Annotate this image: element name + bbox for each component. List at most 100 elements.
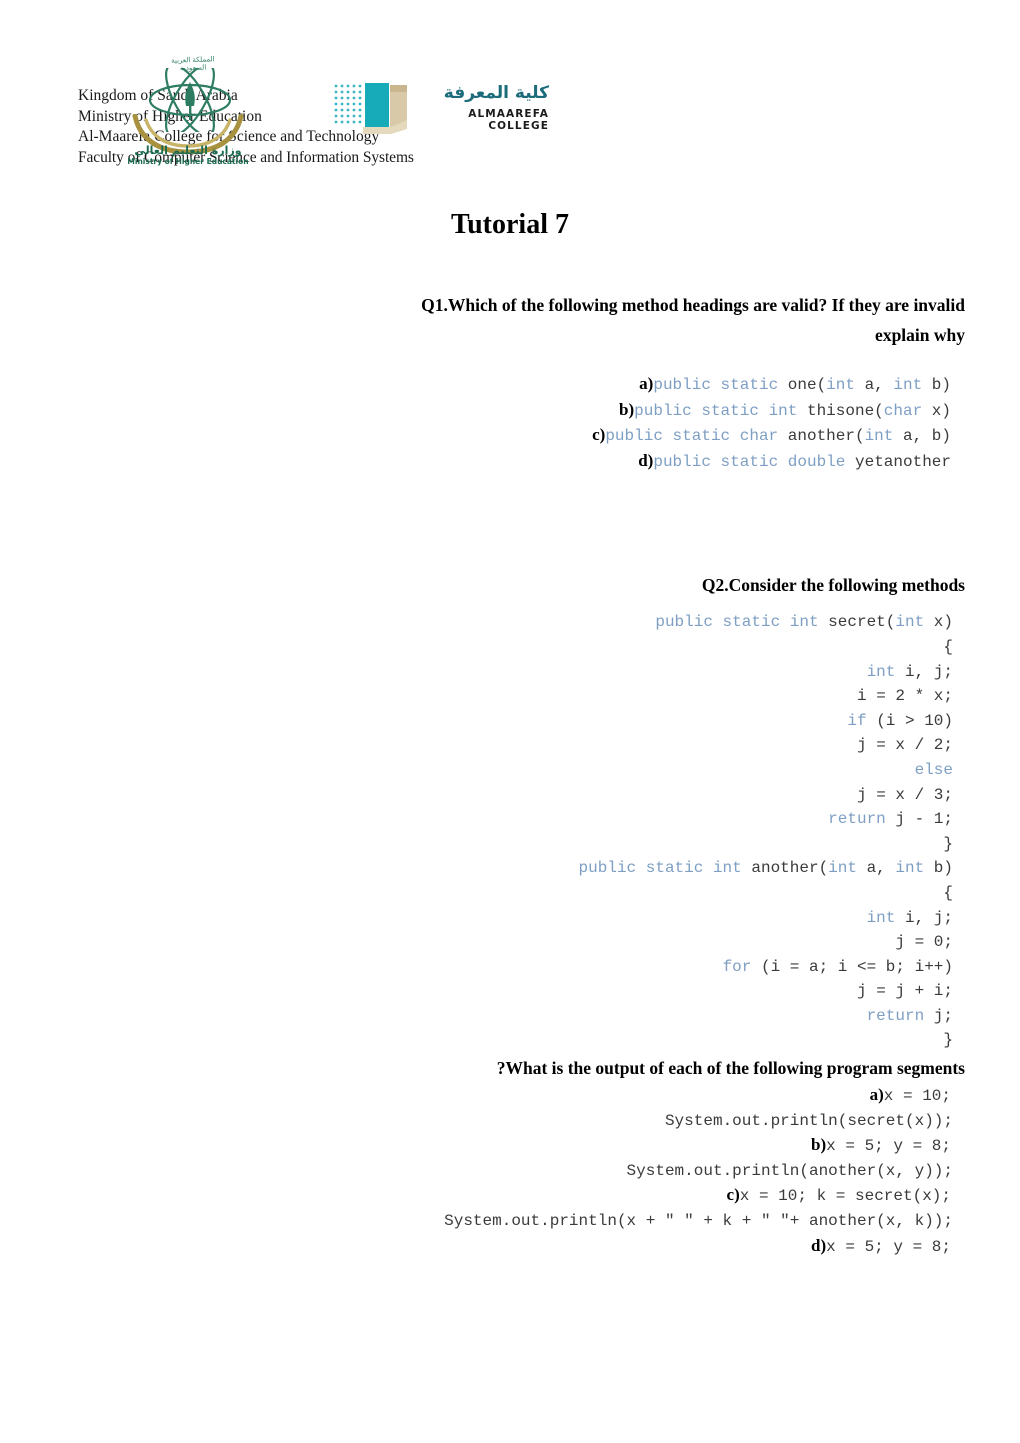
code-token: one(	[787, 376, 827, 394]
code-token: another(	[787, 427, 865, 446]
q2-method-secret: public static int secret(int x) { int i, j…	[60, 610, 965, 856]
q2-method-another: public static int another(int a, int b) {…	[60, 856, 965, 1053]
q1-heading: Q1.Which of the following method heading…	[60, 290, 965, 320]
code-line: j = x / 2;	[60, 733, 965, 758]
code-token: public static int	[578, 859, 752, 878]
code-token: return	[828, 810, 896, 829]
code-line: if (i > 10)	[60, 709, 965, 734]
code-token: x = 10;	[883, 1087, 951, 1106]
code-line: int i, j;	[60, 660, 965, 685]
code-text: System.out.println(x + " " + k + " "+ an…	[444, 1212, 953, 1230]
open-book-icon	[334, 83, 407, 134]
code-token: secret(	[828, 613, 896, 632]
almaarefa-logo-arabic-text: كلية المعرفة	[443, 83, 549, 103]
code-text: j = 0;	[895, 933, 953, 951]
almaarefa-college-logo: كلية المعرفة ALMAAREFA COLLEGE	[333, 80, 548, 140]
ksa-logo-arabic-text: وزارة التعليم العالي	[134, 144, 242, 157]
code-line: d)public static double yetanother	[60, 449, 965, 475]
code-token: b)	[931, 376, 951, 394]
almaarefa-logo-english-text: ALMAAREFA COLLEGE	[468, 108, 549, 132]
code-text: int i, j;	[867, 663, 953, 681]
code-line: for (i = a; i <= b; i++)	[60, 955, 965, 980]
code-token: int	[895, 613, 934, 632]
code-text: j = x / 2;	[857, 736, 953, 754]
page-title: Tutorial 7	[451, 209, 569, 240]
code-line: else	[60, 758, 965, 783]
code-line: System.out.println(x + " " + k + " "+ an…	[60, 1209, 965, 1234]
code-token: public static int	[655, 613, 829, 632]
code-token: }	[943, 834, 953, 853]
code-line: a)x = 10;	[60, 1083, 965, 1109]
code-token: x = 5; y = 8;	[826, 1137, 951, 1156]
code-line: c)x = 10; k = secret(x);	[60, 1183, 965, 1209]
code-token: i, j;	[904, 662, 953, 681]
code-line: public static int another(int a, int b)	[60, 856, 965, 881]
code-token: if	[847, 711, 877, 730]
code-line: {	[60, 635, 965, 660]
code-token: else	[914, 760, 953, 779]
code-token: public static int	[634, 401, 807, 420]
code-token: j - 1;	[895, 810, 953, 829]
code-token: int	[828, 859, 867, 878]
code-text: public static char another(int a, b)	[605, 427, 951, 445]
q1-heading-line1: Q1.Which of the following method heading…	[421, 295, 965, 315]
code-token: j = x / 3;	[856, 785, 953, 804]
code-text: x = 5; y = 8;	[826, 1137, 951, 1155]
code-line: a)public static one(int a, int b)	[60, 372, 965, 398]
code-text: public static int another(int a, int b)	[579, 859, 953, 877]
code-item-marker: d)	[811, 1235, 827, 1255]
code-line: j = 0;	[60, 930, 965, 955]
code-token: int	[895, 859, 934, 878]
code-text: int i, j;	[867, 909, 953, 927]
q2-program-segments: a)x = 10; System.out.println(secret(x)); b…	[60, 1083, 965, 1259]
code-text: j = x / 3;	[857, 786, 953, 804]
code-text: public static one(int a, int b)	[653, 376, 951, 394]
code-token: public static	[653, 376, 788, 394]
code-token: int	[864, 427, 903, 446]
code-text: x = 10; k = secret(x);	[740, 1187, 951, 1205]
ksa-logo-english-text: Ministry of Higher Education	[127, 157, 249, 166]
code-token: j = j + i;	[856, 982, 953, 1001]
code-token: j = x / 2;	[856, 736, 953, 755]
code-text: if (i > 10)	[847, 712, 953, 730]
code-line: int i, j;	[60, 906, 965, 931]
code-token: (i = a; i <= b; i++)	[760, 957, 953, 976]
code-token: b)	[933, 859, 953, 878]
q2-output-heading-wrap: What is the output of each of the follow…	[60, 1053, 965, 1083]
q2-heading-wrap: Q2.Consider the following methods	[60, 570, 965, 600]
q2-heading: Q2.Consider the following methods	[701, 575, 965, 596]
code-text: public static int secret(int x)	[655, 613, 953, 631]
code-line: System.out.println(another(x, y));	[60, 1159, 965, 1184]
code-line: }	[60, 1028, 965, 1053]
code-text: {	[943, 884, 953, 902]
code-text: x = 5; y = 8;	[826, 1238, 951, 1256]
code-text: }	[943, 835, 953, 853]
code-text: public static int thisone(char x)	[634, 402, 951, 420]
code-item-marker: b)	[811, 1135, 827, 1155]
code-line: j = j + i;	[60, 979, 965, 1004]
code-line: i = 2 * x;	[60, 684, 965, 709]
code-line: public static int secret(int x)	[60, 610, 965, 635]
document-body: Q1.Which of the following method heading…	[60, 290, 965, 1259]
q1-code-list: a)public static one(int a, int b) b)publi…	[60, 372, 965, 474]
code-line: d)x = 5; y = 8;	[60, 1234, 965, 1260]
code-token: j;	[933, 1006, 953, 1025]
code-token: for	[722, 957, 761, 976]
ksa-ministry-logo: المملكة العربية السعودية وزارة التعليم ا…	[127, 55, 248, 168]
code-text: System.out.println(secret(x));	[665, 1112, 953, 1130]
code-line: b)x = 5; y = 8;	[60, 1133, 965, 1159]
code-token: x)	[933, 613, 953, 632]
code-token: another(	[751, 859, 829, 878]
code-token: x = 10; k = secret(x);	[739, 1187, 951, 1206]
code-token: {	[943, 637, 953, 656]
code-token: a, b)	[902, 427, 951, 446]
code-token: int	[893, 376, 932, 394]
code-item-marker: c)	[726, 1185, 740, 1205]
code-token: {	[943, 883, 953, 902]
code-text: x = 10;	[884, 1087, 951, 1105]
q1-heading-line2: explain why	[875, 325, 965, 345]
code-text: j = j + i;	[857, 982, 953, 1000]
code-token: }	[943, 1031, 953, 1050]
code-token: thisone(	[806, 401, 884, 420]
q2-output-heading: What is the output of each of the follow…	[496, 1058, 965, 1079]
